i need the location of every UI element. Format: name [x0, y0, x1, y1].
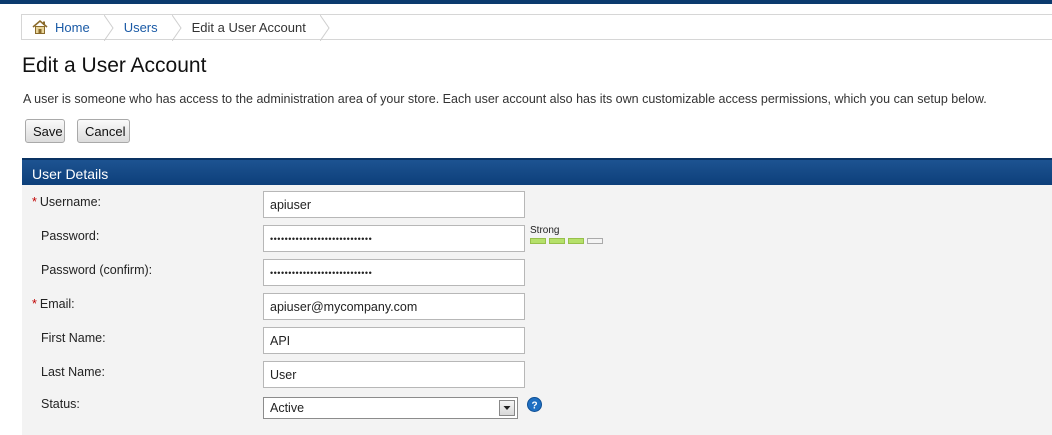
password-confirm-row: Password (confirm): [22, 259, 1052, 287]
chevron-down-icon[interactable] [499, 400, 515, 416]
password-strength-bar [587, 238, 603, 244]
first-name-row: First Name: [22, 327, 1052, 355]
password-strength-bar [530, 238, 546, 244]
breadcrumb-current-label: Edit a User Account [191, 19, 306, 35]
first-name-input[interactable] [263, 327, 525, 354]
breadcrumb-separator [103, 15, 114, 41]
breadcrumb-home-label: Home [55, 19, 90, 35]
panel-header: User Details [22, 158, 1052, 185]
breadcrumb-separator [171, 15, 182, 41]
breadcrumb-users[interactable]: Users [114, 15, 172, 39]
password-strength-bar [568, 238, 584, 244]
username-input[interactable] [263, 191, 525, 218]
svg-text:?: ? [531, 401, 537, 412]
breadcrumb-separator [319, 15, 330, 41]
password-confirm-input[interactable] [263, 259, 525, 286]
password-confirm-label: Password (confirm): [41, 263, 153, 277]
top-accent-bar [0, 0, 1052, 4]
password-label: Password: [41, 229, 100, 243]
email-label: * Email: [32, 297, 75, 311]
email-input[interactable] [263, 293, 525, 320]
breadcrumb-current: Edit a User Account [182, 15, 320, 39]
email-row: * Email: [22, 293, 1052, 321]
username-label: * Username: [32, 195, 102, 209]
page-title: Edit a User Account [22, 54, 207, 77]
password-row: Password: Strong [22, 225, 1052, 253]
breadcrumb: Home Users Edit a User Account [21, 14, 1052, 41]
password-strength-bar [549, 238, 565, 244]
required-marker: * [32, 195, 37, 209]
save-button[interactable]: Save [25, 119, 65, 143]
help-icon[interactable]: ? [527, 397, 542, 412]
status-label: Status: [41, 397, 80, 411]
status-row: Status: Active ? [22, 393, 1052, 421]
status-select[interactable]: Active [263, 397, 518, 419]
cancel-button[interactable]: Cancel [77, 119, 130, 143]
last-name-label: Last Name: [41, 365, 105, 379]
password-strength-label: Strong [530, 225, 560, 236]
status-select-value: Active [270, 401, 305, 415]
page-intro: A user is someone who has access to the … [23, 92, 987, 106]
breadcrumb-users-label: Users [123, 19, 158, 35]
password-strength-meter: Strong [530, 225, 603, 244]
password-strength-bars [530, 238, 603, 244]
last-name-row: Last Name: [22, 361, 1052, 389]
user-details-panel: User Details *Username: Password: Strong… [22, 158, 1052, 435]
username-row: * Username: [22, 191, 1052, 219]
required-marker: * [32, 297, 37, 311]
last-name-input[interactable] [263, 361, 525, 388]
password-input[interactable] [263, 225, 525, 252]
first-name-label: First Name: [41, 331, 106, 345]
home-icon [32, 19, 48, 35]
breadcrumb-home[interactable]: Home [22, 15, 104, 39]
